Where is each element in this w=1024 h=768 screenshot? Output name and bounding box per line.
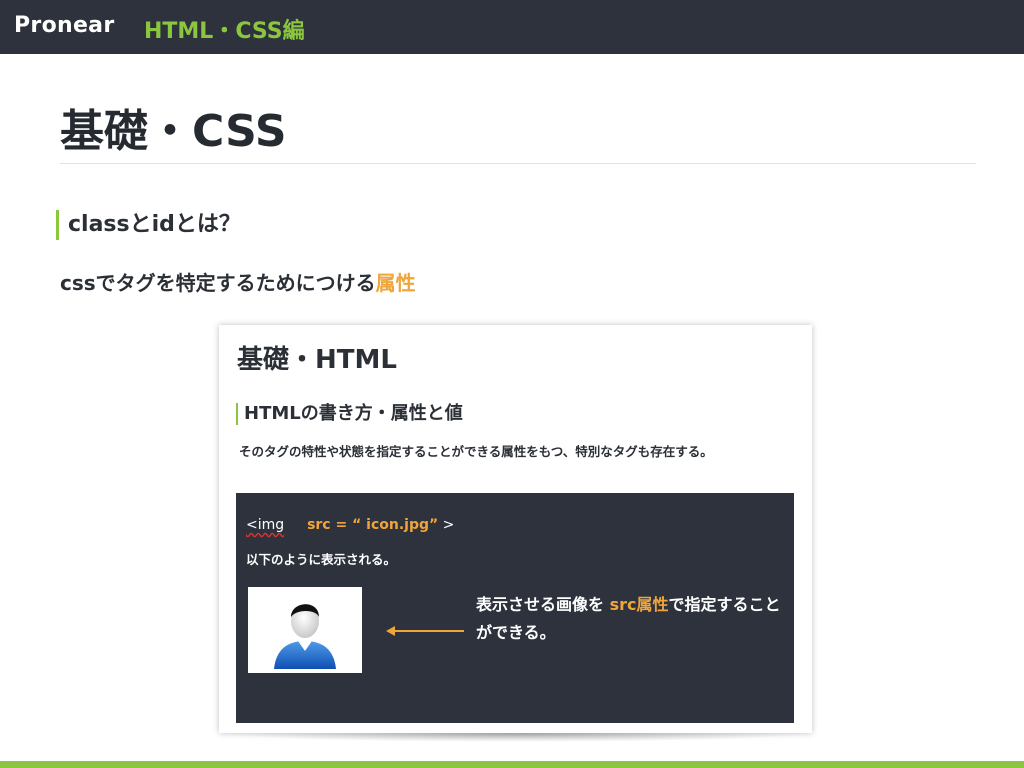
- brand-logo-text: Pronear: [14, 13, 115, 38]
- slide-description: そのタグの特性や状態を指定することができる属性をもつ、特別なタグも存在する。: [239, 444, 713, 459]
- page-title: 基礎・CSS: [60, 106, 287, 157]
- slide-image: 基礎・HTML HTMLの書き方・属性と値 そのタグの特性や状態を指定することが…: [219, 325, 812, 733]
- rendered-image-preview: [248, 587, 362, 673]
- top-header: Pronear HTML・CSS編: [0, 0, 1024, 54]
- code-note: 以下のように表示される。: [246, 552, 397, 567]
- description-text: cssでタグを特定するためにつける: [60, 271, 376, 295]
- description: cssでタグを特定するためにつける属性: [60, 268, 416, 298]
- subheading: classとidとは？: [56, 210, 241, 240]
- code-line: <img src = “ icon.jpg” >: [246, 517, 454, 533]
- bottom-accent-bar: [0, 761, 1024, 768]
- slide-subheading: HTMLの書き方・属性と値: [236, 403, 463, 425]
- section-title: HTML・CSS編: [144, 19, 305, 44]
- code-close: >: [442, 517, 455, 533]
- left-arrow-icon: [386, 626, 464, 636]
- title-divider: [60, 163, 976, 164]
- user-silhouette-icon: [274, 604, 336, 669]
- explanation-text: 表示させる画像を src属性で指定することができる。: [476, 591, 786, 647]
- code-example-box: <img src = “ icon.jpg” > 以下のように表示される。 表示…: [236, 493, 794, 723]
- explanation-highlight: src属性: [609, 595, 669, 614]
- slide-title: 基礎・HTML: [237, 345, 397, 375]
- code-tag: <img: [246, 517, 285, 533]
- explanation-prefix: 表示させる画像を: [476, 595, 610, 614]
- code-attribute: src = “ icon.jpg”: [307, 517, 439, 533]
- description-highlight: 属性: [375, 271, 416, 295]
